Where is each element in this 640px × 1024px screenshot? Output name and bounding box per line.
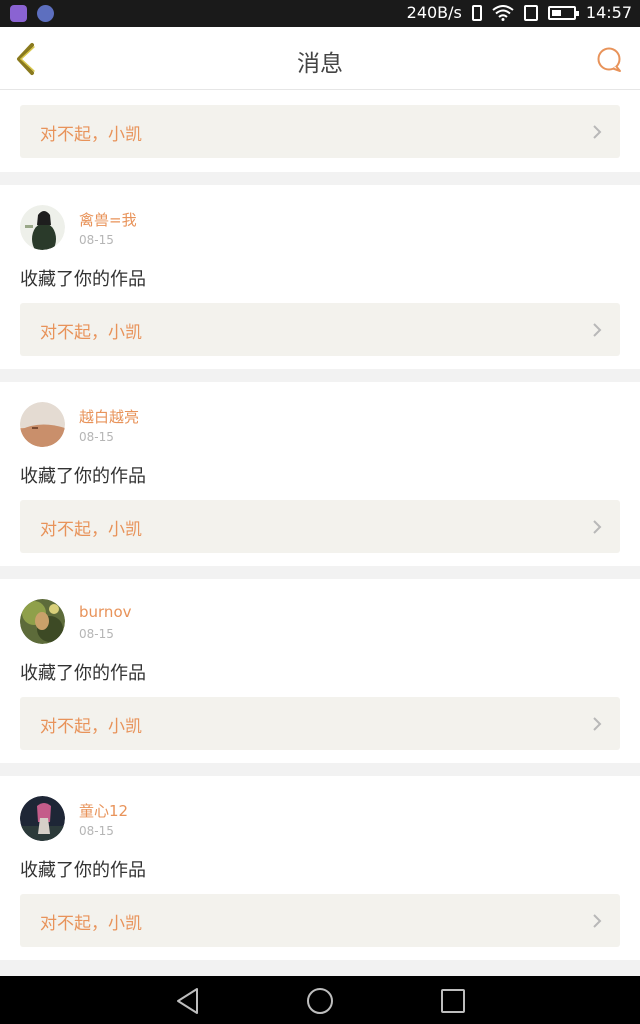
message-list[interactable]: 对不起，小凯 禽兽=我 08-15 收藏了你的作品 对不起，小凯 越白越亮 08… [0,90,640,960]
message-date: 08-15 [79,233,114,247]
system-nav-bar [0,976,640,1024]
browser-app-icon [37,5,54,22]
chevron-right-icon [593,125,602,139]
chevron-right-icon [593,914,602,928]
work-link[interactable]: 对不起，小凯 [20,894,620,947]
vibrate-icon [471,4,482,21]
work-title: 对不起，小凯 [40,914,142,934]
message-card: 童心12 08-15 收藏了你的作品 对不起，小凯 [0,776,640,960]
username[interactable]: 禽兽=我 [79,209,137,230]
message-card: 禽兽=我 08-15 收藏了你的作品 对不起，小凯 [0,185,640,369]
message-action: 收藏了你的作品 [20,466,146,487]
status-bar: 240B/s 14:57 [0,0,640,27]
username[interactable]: 越白越亮 [79,406,139,427]
avatar[interactable] [20,796,65,841]
sim-icon [523,4,538,21]
work-link[interactable]: 对不起，小凯 [20,500,620,553]
clock: 14:57 [585,3,632,22]
chevron-right-icon [593,520,602,534]
chevron-right-icon [593,717,602,731]
username[interactable]: burnov [79,603,132,621]
home-circle-icon[interactable] [305,986,335,1016]
chat-bubble-icon[interactable] [596,47,622,73]
message-action: 收藏了你的作品 [20,269,146,290]
work-title: 对不起，小凯 [40,520,142,540]
recents-square-icon[interactable] [438,986,468,1016]
message-action: 收藏了你的作品 [20,663,146,684]
status-bar-system: 240B/s 14:57 [407,3,632,22]
network-speed: 240B/s [406,3,462,22]
avatar[interactable] [20,205,65,250]
battery-icon [547,5,579,20]
work-link[interactable]: 对不起，小凯 [20,303,620,356]
work-link[interactable]: 对不起，小凯 [20,697,620,750]
gallery-app-icon [10,5,27,22]
status-bar-notifications [10,5,54,22]
work-title: 对不起，小凯 [40,125,142,145]
avatar[interactable] [20,599,65,644]
chevron-right-icon [593,323,602,337]
work-link[interactable]: 对不起，小凯 [20,105,620,158]
page-title: 消息 [297,51,343,77]
username[interactable]: 童心12 [79,800,128,821]
avatar[interactable] [20,402,65,447]
app-header: 消息 [0,27,640,90]
wifi-icon [492,4,514,21]
message-card: burnov 08-15 收藏了你的作品 对不起，小凯 [0,579,640,763]
back-triangle-icon[interactable] [173,986,203,1016]
message-date: 08-15 [79,627,114,641]
message-date: 08-15 [79,824,114,838]
work-title: 对不起，小凯 [40,717,142,737]
message-card-partial: 对不起，小凯 [0,90,640,172]
message-card: 越白越亮 08-15 收藏了你的作品 对不起，小凯 [0,382,640,566]
message-action: 收藏了你的作品 [20,860,146,881]
message-date: 08-15 [79,430,114,444]
work-title: 对不起，小凯 [40,323,142,343]
